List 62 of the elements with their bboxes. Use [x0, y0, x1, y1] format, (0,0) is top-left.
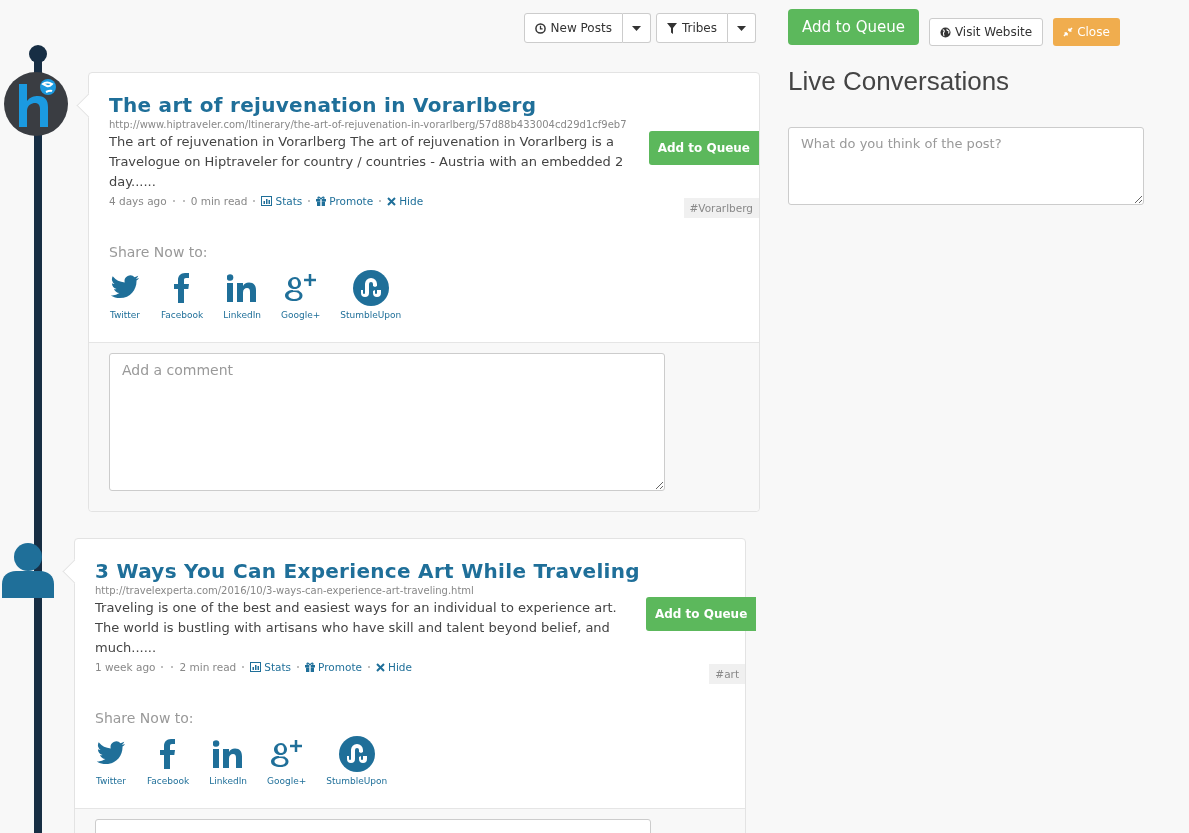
close-icon	[387, 196, 397, 206]
promote-link[interactable]: Promote	[316, 195, 374, 207]
share-link[interactable]: StumbleUpon	[326, 736, 388, 786]
user-avatar-icon	[2, 542, 54, 598]
linkedin-icon	[227, 274, 258, 302]
share-link[interactable]: Google+	[281, 270, 321, 320]
facebook-f-icon	[174, 273, 191, 303]
post-url: http://travelexperta.com/2016/10/3-ways-can-experience-art-traveling.html	[95, 585, 475, 596]
section-heading: Live Conversations	[788, 66, 1011, 97]
globe-icon	[939, 26, 951, 38]
filter-dropdown-button[interactable]: Tribes	[655, 13, 728, 43]
stats-link[interactable]: Stats	[261, 195, 303, 207]
filter-dropdown-button[interactable]: New Posts	[523, 13, 623, 43]
share-link[interactable]: Twitter	[109, 270, 141, 320]
gift-icon	[305, 662, 316, 672]
share-link[interactable]: Facebook	[147, 736, 190, 786]
hide-link[interactable]: Hide	[387, 195, 424, 207]
post-summary: The art of rejuvenation in Vorarlberg The art of rejuvenation in Vorarlberg is a Travelogue on Hiptraveler for country / countries - Austria with an embedded 2 day......	[109, 133, 625, 191]
bird-icon	[96, 741, 126, 767]
post-age: 1 week ago	[95, 661, 156, 673]
share-link[interactable]: Facebook	[161, 270, 204, 320]
share-link[interactable]: LinkedIn	[209, 736, 247, 786]
stumbleupon-icon	[352, 270, 389, 306]
comment-field[interactable]: Add a comment	[109, 353, 665, 491]
bar-chart-icon	[261, 196, 273, 206]
stumbleupon-icon	[338, 736, 375, 772]
linkedin-icon	[213, 740, 244, 768]
share-link[interactable]: Google+	[267, 736, 307, 786]
share-link[interactable]: Twitter	[95, 736, 127, 786]
post-title[interactable]: The art of rejuvenation in Vorarlberg	[109, 93, 643, 117]
promote-link[interactable]: Promote	[305, 661, 362, 673]
gift-icon	[316, 196, 327, 206]
bird-icon	[110, 275, 140, 301]
facebook-f-icon	[160, 739, 177, 769]
hashtag[interactable]: #Vorarlberg	[683, 198, 759, 218]
close-icon	[376, 662, 385, 672]
google-plus-icon	[269, 738, 304, 770]
caret-icon	[631, 25, 641, 31]
post-summary: Traveling is one of the best and easiest ways for an individual to experience art. The world is bustling with artisans who have skill and talent beyond belief, and much......	[95, 599, 618, 657]
caret-icon	[737, 25, 746, 31]
filter-icon	[666, 22, 677, 34]
hide-link[interactable]: Hide	[376, 661, 412, 673]
google-plus-icon	[283, 272, 318, 304]
read-time: 2 min read	[179, 661, 237, 673]
share-heading: Share Now to:	[109, 244, 209, 260]
clock-icon	[534, 22, 546, 34]
share-heading: Share Now to:	[95, 710, 195, 726]
logo-avatar-icon	[4, 72, 68, 136]
compress-icon	[1063, 27, 1074, 37]
dropdown-caret-button[interactable]	[728, 13, 756, 43]
conversation-field[interactable]: What do you think of the post?	[788, 127, 1144, 205]
post-age: 4 days ago	[109, 195, 167, 207]
post-title[interactable]: 3 Ways You Can Experience Art While Traveling	[95, 559, 640, 583]
share-link[interactable]: LinkedIn	[223, 270, 261, 320]
stats-link[interactable]: Stats	[250, 661, 292, 673]
visit-website-button[interactable]: Visit Website	[928, 18, 1044, 46]
read-time: 0 min read	[190, 195, 248, 207]
hashtag[interactable]: #art	[709, 664, 745, 684]
post-url: http://www.hiptraveler.com/ltinerary/the-art-of-rejuvenation-in-vorarlberg/57d88b433004cd29d1cf9eb7	[109, 119, 628, 130]
bar-chart-icon	[250, 662, 262, 672]
share-link[interactable]: StumbleUpon	[340, 270, 402, 320]
dropdown-caret-button[interactable]	[622, 13, 651, 43]
